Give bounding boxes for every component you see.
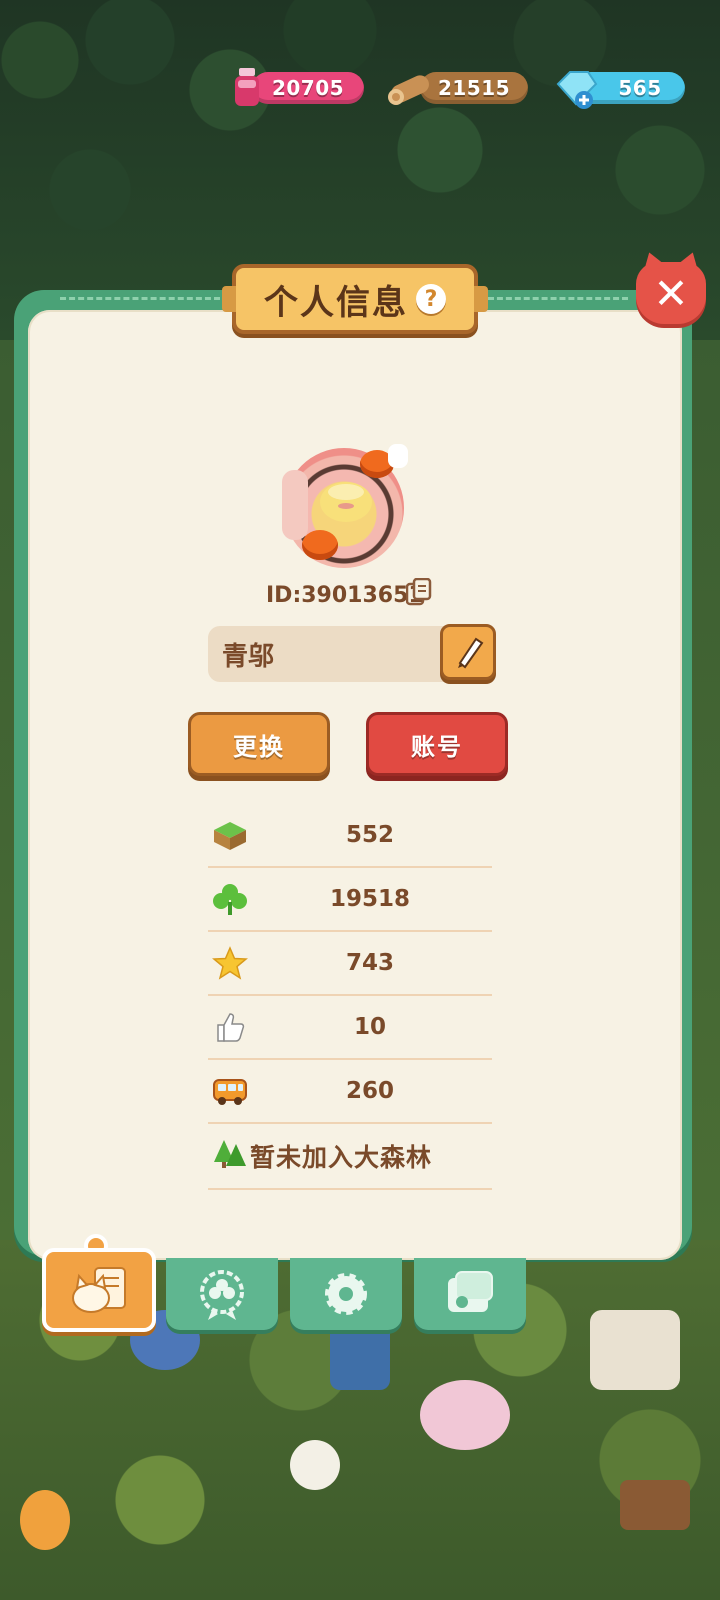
tab-album[interactable]: [414, 1258, 526, 1330]
background-decoration: [330, 1320, 390, 1390]
avatar-wing-decoration: [388, 444, 408, 468]
background-decoration: [290, 1440, 340, 1490]
user-id: ID:39013651: [266, 583, 424, 608]
wood-log-icon: [388, 75, 429, 105]
tab-settings[interactable]: [290, 1258, 402, 1330]
close-icon: ✕: [653, 268, 689, 318]
stat-value-likes: 10: [353, 1014, 386, 1040]
stat-row-clover: 19518: [208, 868, 492, 932]
stat-value-clover: 19518: [329, 886, 411, 912]
stat-row-star: 743: [208, 932, 492, 996]
tab-badge[interactable]: [166, 1258, 278, 1330]
frame-stitch-right: [488, 297, 628, 304]
grass-block-icon: [214, 822, 246, 850]
potion-counter[interactable]: 20705: [252, 72, 364, 104]
dialog-title: 个人信息: [264, 282, 408, 323]
potion-bottle-icon: [235, 68, 259, 106]
background-decoration: [420, 1380, 510, 1450]
nickname-value: 青邬: [222, 641, 275, 672]
wood-value: 21515: [437, 76, 511, 100]
thumbs-up-icon: [217, 1013, 245, 1042]
forest-trees-icon: [214, 1140, 246, 1168]
avatar-food-bottom: [302, 530, 338, 560]
copy-icon[interactable]: [406, 578, 432, 606]
avatar-character: [320, 482, 372, 522]
stat-value-bus: 260: [345, 1078, 394, 1104]
gear-icon: [325, 1273, 367, 1315]
gem-plus-icon[interactable]: [554, 70, 600, 110]
background-decoration: [620, 1480, 690, 1530]
edit-name-button[interactable]: [440, 624, 496, 680]
change-avatar-label: 更换: [233, 732, 285, 761]
stat-value-star: 743: [345, 950, 394, 976]
avatar-flower-decoration: [282, 470, 308, 540]
change-avatar-button[interactable]: 更换: [188, 712, 330, 776]
gem-value: 565: [618, 76, 662, 100]
clover-badge-icon: [200, 1270, 244, 1320]
forest-status-row[interactable]: 暂未加入大森林: [208, 1124, 492, 1190]
stat-row-land: 552: [208, 804, 492, 868]
stat-row-bus: 260: [208, 1060, 492, 1124]
dialog-title-banner: 个人信息 ?: [222, 264, 488, 334]
account-label: 账号: [411, 732, 463, 761]
account-button[interactable]: 账号: [366, 712, 508, 776]
photo-album-icon: [448, 1271, 493, 1312]
star-icon: [212, 946, 248, 980]
background-decoration: [590, 1310, 680, 1390]
background-decoration: [20, 1490, 70, 1550]
wood-counter[interactable]: 21515: [420, 72, 528, 104]
forest-status-text: 暂未加入大森林: [250, 1143, 433, 1172]
help-icon[interactable]: ?: [416, 284, 446, 314]
pencil-icon: [458, 637, 484, 669]
tab-profile[interactable]: [42, 1248, 156, 1332]
stat-value-land: 552: [345, 822, 394, 848]
clover-icon: [213, 884, 247, 915]
stat-row-likes: 10: [208, 996, 492, 1060]
potion-value: 20705: [271, 76, 345, 100]
bus-icon: [213, 1079, 247, 1105]
frame-stitch-left: [60, 297, 220, 304]
close-button[interactable]: ✕: [636, 262, 706, 324]
cat-card-icon: [72, 1267, 126, 1313]
